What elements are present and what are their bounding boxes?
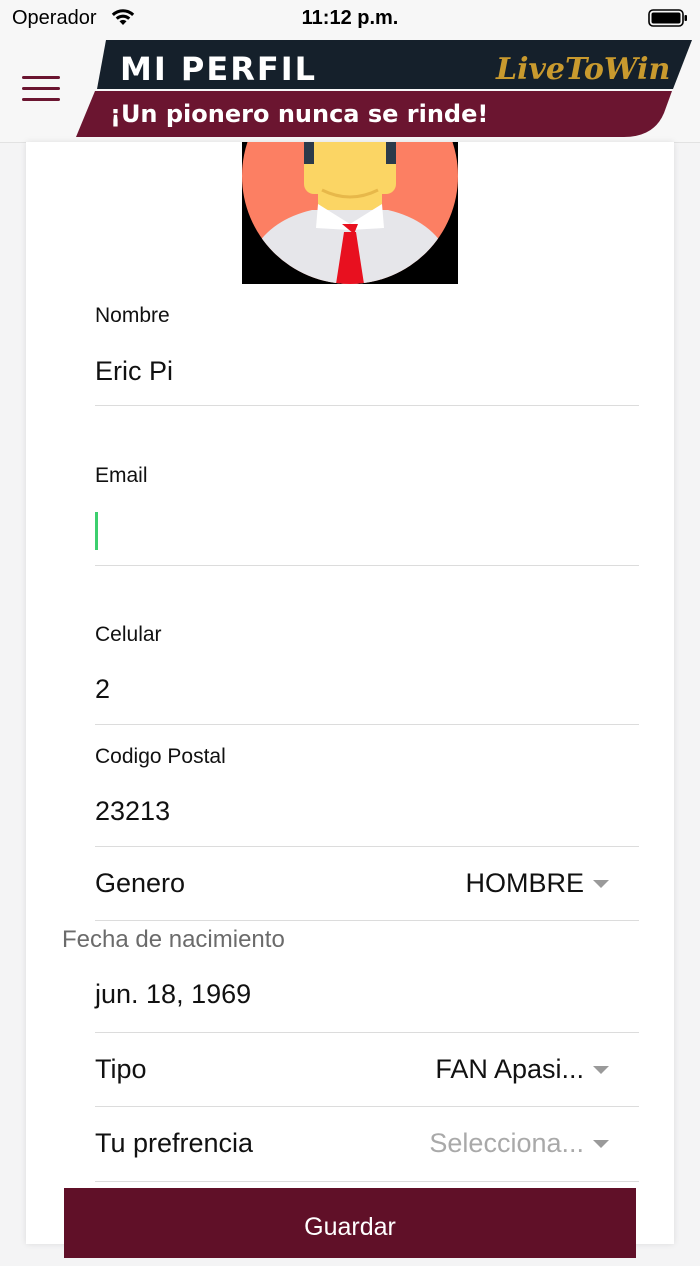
hamburger-menu-icon	[22, 76, 60, 79]
status-bar: Operador 11:12 p.m.	[0, 0, 700, 38]
divider	[95, 920, 639, 921]
page-title: MI PERFIL	[120, 50, 317, 88]
codigo-postal-input[interactable]: 23213	[95, 796, 170, 827]
nombre-label: Nombre	[95, 304, 170, 327]
chevron-down-icon[interactable]	[593, 1140, 609, 1148]
divider	[95, 405, 639, 406]
tipo-label: Tipo	[95, 1054, 147, 1084]
divider	[95, 1181, 639, 1182]
hamburger-menu-icon	[22, 98, 60, 101]
preferencia-label: Tu prefrencia	[95, 1128, 254, 1158]
email-input[interactable]	[95, 512, 639, 552]
nombre-input[interactable]: Eric Pi	[95, 356, 173, 387]
status-time: 11:12 p.m.	[301, 7, 399, 29]
chevron-down-icon[interactable]	[593, 1066, 609, 1074]
fecha-nacimiento-label: Fecha de nacimiento	[62, 926, 285, 953]
celular-label: Celular	[95, 623, 162, 646]
profile-avatar[interactable]	[242, 142, 458, 284]
fecha-nacimiento-input[interactable]: jun. 18, 1969	[95, 979, 251, 1010]
app-header: MI PERFIL LiveToWin ¡Un pionero nunca se…	[0, 38, 700, 143]
divider	[95, 724, 639, 725]
brand-logo: LiveToWin	[495, 52, 670, 87]
divider	[95, 1106, 639, 1107]
codigo-postal-label: Codigo Postal	[95, 745, 226, 768]
save-button[interactable]: Guardar	[64, 1188, 636, 1258]
preferencia-select[interactable]: Selecciona...	[429, 1128, 584, 1159]
tipo-select[interactable]: FAN Apasi...	[435, 1054, 584, 1085]
divider	[95, 846, 639, 847]
celular-input[interactable]: 2	[95, 674, 110, 705]
hamburger-menu-icon	[22, 87, 60, 90]
divider	[95, 1032, 639, 1033]
header-banner: MI PERFIL LiveToWin ¡Un pionero nunca se…	[76, 40, 692, 137]
genero-label: Genero	[95, 868, 186, 898]
text-cursor	[95, 512, 98, 550]
genero-select[interactable]: HOMBRE	[465, 868, 584, 899]
email-label: Email	[95, 464, 148, 487]
battery-icon	[648, 9, 687, 27]
page-subtitle: ¡Un pionero nunca se rinde!	[110, 100, 488, 128]
divider	[95, 565, 639, 566]
menu-button[interactable]	[16, 70, 66, 110]
chevron-down-icon[interactable]	[593, 880, 609, 888]
